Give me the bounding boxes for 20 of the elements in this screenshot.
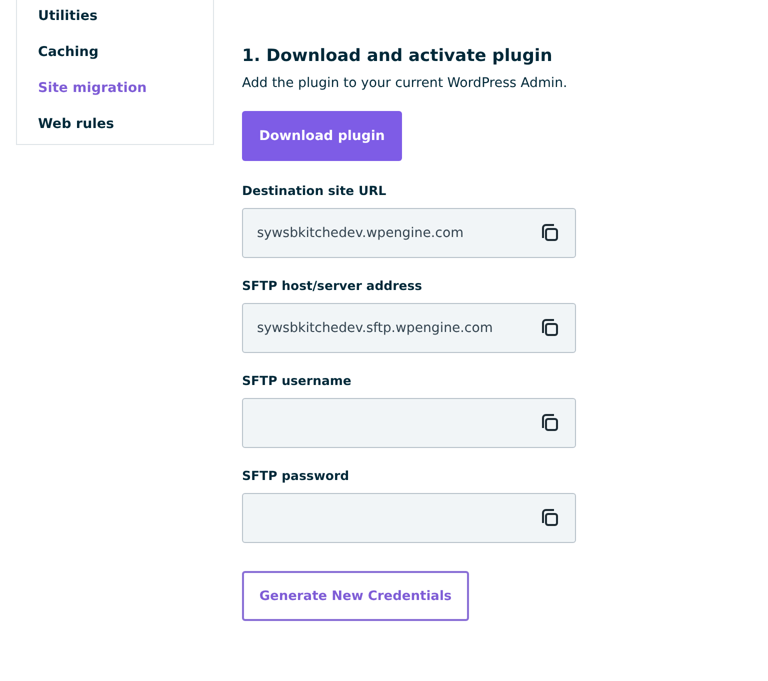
sidebar-item[interactable]: Site migration [38, 77, 213, 99]
sidebar-item[interactable]: Utilities [38, 5, 213, 27]
generate-credentials-button[interactable]: Generate New Credentials [242, 571, 469, 621]
sidebar-item[interactable]: Web rules [38, 113, 213, 135]
field-label: SFTP password [242, 467, 350, 485]
section-description: Add the plugin to your current WordPress Admin. [242, 75, 568, 93]
sidebar-item[interactable]: Caching [38, 41, 213, 63]
copy-icon[interactable] [540, 413, 560, 433]
copy-icon[interactable] [540, 223, 560, 243]
field-label: SFTP host/server address [242, 277, 424, 295]
input-field[interactable] [242, 493, 576, 543]
input-field[interactable] [242, 398, 576, 448]
input-field[interactable]: sywsbkitchedev.sftp.wpengine.com [242, 303, 576, 353]
copy-icon[interactable] [540, 508, 560, 528]
download-button[interactable]: Download plugin [242, 111, 402, 161]
field-label: SFTP username [242, 372, 352, 390]
copy-icon[interactable] [540, 318, 560, 338]
section-heading: 1. Download and activate plugin [242, 45, 554, 68]
field-label: Destination site URL [242, 182, 388, 200]
input-field[interactable]: sywsbkitchedev.wpengine.com [242, 208, 576, 258]
